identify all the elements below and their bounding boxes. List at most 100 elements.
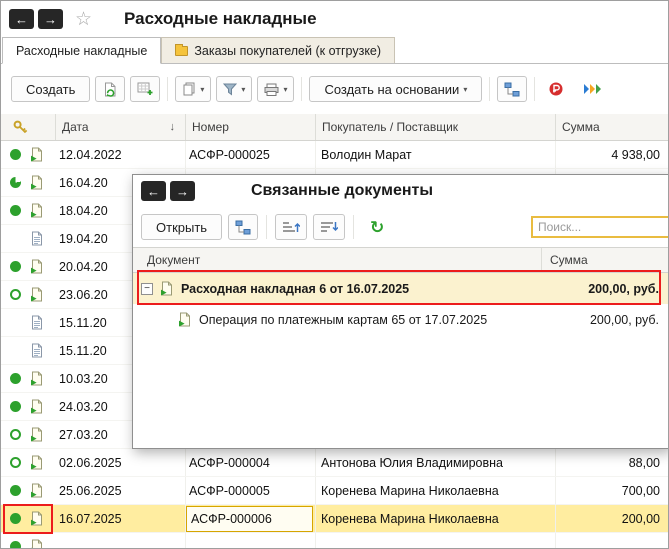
report-structure-button[interactable] bbox=[228, 214, 259, 240]
posted-document-icon bbox=[29, 175, 45, 190]
customer-cell: Коренева Марина Николаевна bbox=[316, 505, 556, 532]
overlay-forward-button[interactable]: → bbox=[170, 181, 195, 201]
column-label: Номер bbox=[192, 120, 229, 134]
sum-cell bbox=[556, 533, 668, 548]
sort-descending-button[interactable] bbox=[313, 214, 346, 240]
app-window: ← → ☆ Расходные накладные Расходные накл… bbox=[0, 0, 669, 549]
list-toolbar: Создать ▾ ▾ ▾ Создать на основании ▾ bbox=[1, 64, 668, 114]
chevron-down-icon: ▾ bbox=[283, 84, 288, 94]
overlay-toolbar: Открыть ↻ bbox=[133, 207, 668, 247]
document-add-button[interactable] bbox=[130, 76, 161, 102]
date-cell: 12.04.2022 bbox=[56, 141, 186, 168]
status-unposted-icon bbox=[9, 457, 21, 468]
column-label: Покупатель / Поставщик bbox=[322, 120, 459, 134]
doc-icon-cell bbox=[29, 477, 56, 504]
copy-dropdown-button[interactable]: ▾ bbox=[175, 76, 212, 102]
tab-expense-invoices[interactable]: Расходные накладные bbox=[2, 37, 162, 64]
table-plus-icon bbox=[137, 82, 153, 96]
column-header-customer[interactable]: Покупатель / Поставщик bbox=[316, 114, 556, 140]
status-posted-icon bbox=[9, 401, 21, 412]
status-cell bbox=[1, 169, 29, 196]
column-header-number[interactable]: Номер bbox=[186, 114, 316, 140]
sum-cell: 700,00 bbox=[621, 483, 660, 498]
filter-dropdown-button[interactable]: ▾ bbox=[216, 76, 253, 102]
tab-customer-orders[interactable]: Заказы покупателей (к отгрузке) bbox=[161, 37, 396, 63]
create-based-button[interactable]: Создать на основании ▾ bbox=[309, 76, 483, 102]
status-cell bbox=[1, 309, 29, 336]
posted-document-icon bbox=[29, 259, 45, 274]
doc-icon-cell bbox=[29, 197, 56, 224]
status-unposted-icon bbox=[9, 429, 21, 440]
related-doc-sum: 200,00, руб. bbox=[588, 281, 659, 296]
payments-service-button[interactable] bbox=[542, 76, 572, 102]
chevron-down-icon: ▾ bbox=[463, 84, 468, 94]
status-cell bbox=[1, 421, 29, 448]
back-button[interactable]: ← bbox=[9, 9, 34, 29]
create-button[interactable]: Создать bbox=[11, 76, 91, 102]
status-cell bbox=[1, 477, 29, 504]
document-icon bbox=[29, 231, 45, 246]
table-row[interactable]: 16.07.2025 АСФР-000006 Коренева Марина Ник… bbox=[1, 505, 668, 533]
posted-document-icon bbox=[29, 203, 45, 218]
table-row[interactable] bbox=[1, 533, 668, 548]
collapse-icon[interactable]: − bbox=[141, 282, 153, 295]
status-cell bbox=[1, 225, 29, 252]
related-doc-row[interactable]: − Расходная накладная 6 от 16.07.2025 200,… bbox=[133, 273, 668, 304]
overlay-titlebar: ← → Связанные документы bbox=[133, 175, 668, 207]
column-header-date[interactable]: Дата ↓ bbox=[56, 114, 186, 140]
table-row[interactable]: 25.06.2025 АСФР-000005 Коренева Марина Ник… bbox=[1, 477, 668, 505]
window-titlebar: ← → ☆ Расходные накладные bbox=[1, 1, 668, 37]
status-cell bbox=[1, 281, 29, 308]
overlay-back-button[interactable]: ← bbox=[141, 181, 166, 201]
structure-button[interactable] bbox=[497, 76, 528, 102]
date-cell: 16.07.2025 bbox=[56, 505, 186, 532]
related-doc-row[interactable]: Операция по платежным картам 65 от 17.07… bbox=[133, 304, 668, 335]
table-row[interactable]: 12.04.2022 АСФР-000025 Володин Марат 4 938,… bbox=[1, 141, 668, 169]
customer-cell bbox=[316, 533, 556, 548]
refresh-button[interactable]: ↻ bbox=[362, 214, 392, 240]
printer-icon bbox=[264, 83, 279, 96]
key-icon bbox=[13, 120, 28, 135]
column-header-sum[interactable]: Сумма bbox=[541, 248, 668, 272]
posted-document-icon bbox=[29, 399, 45, 414]
favorite-star-icon[interactable]: ☆ bbox=[75, 10, 92, 29]
status-cell bbox=[1, 505, 29, 532]
search-input[interactable] bbox=[531, 216, 668, 238]
tab-label: Расходные накладные bbox=[16, 43, 148, 58]
number-cell: АСФР-000006 bbox=[186, 505, 316, 532]
posted-document-icon bbox=[159, 281, 175, 296]
related-documents-window: ← → Связанные документы Открыть ↻ Докуме… bbox=[132, 174, 668, 449]
document-refresh-button[interactable] bbox=[95, 76, 126, 102]
date-cell bbox=[56, 533, 186, 548]
toolbar-separator bbox=[489, 77, 491, 101]
overlay-table-header: Документ Сумма bbox=[133, 247, 668, 273]
current-cell[interactable]: АСФР-000006 bbox=[186, 505, 313, 532]
funnel-icon bbox=[223, 83, 238, 96]
related-doc-label: Операция по платежным картам 65 от 17.07… bbox=[199, 312, 488, 327]
page-title: Расходные накладные bbox=[124, 9, 317, 28]
date-cell: 25.06.2025 bbox=[56, 477, 186, 504]
open-button[interactable]: Открыть bbox=[141, 214, 223, 240]
posted-document-icon bbox=[29, 287, 45, 302]
doc-icon-cell bbox=[29, 505, 56, 532]
column-header-status[interactable] bbox=[1, 114, 56, 140]
column-header-document[interactable]: Документ bbox=[133, 253, 541, 267]
doc-icon-cell bbox=[29, 393, 56, 420]
print-dropdown-button[interactable]: ▾ bbox=[257, 76, 295, 102]
exchange-service-button[interactable] bbox=[577, 76, 609, 102]
posted-document-icon bbox=[177, 312, 193, 327]
status-partial-icon bbox=[9, 177, 21, 188]
exchange-icon bbox=[583, 82, 603, 97]
column-label: Сумма bbox=[562, 120, 600, 134]
table-row[interactable]: 02.06.2025 АСФР-000004 Антонова Юлия Влади… bbox=[1, 449, 668, 477]
posted-document-icon bbox=[29, 483, 45, 498]
sort-ascending-button[interactable] bbox=[275, 214, 308, 240]
status-posted-icon bbox=[9, 205, 21, 216]
forward-button[interactable]: → bbox=[38, 9, 63, 29]
status-unposted-icon bbox=[9, 289, 21, 300]
number-cell bbox=[186, 533, 316, 548]
column-header-sum[interactable]: Сумма bbox=[556, 114, 668, 140]
doc-icon-cell bbox=[29, 337, 56, 364]
related-doc-sum: 200,00, руб. bbox=[589, 312, 659, 327]
status-cell bbox=[1, 253, 29, 280]
